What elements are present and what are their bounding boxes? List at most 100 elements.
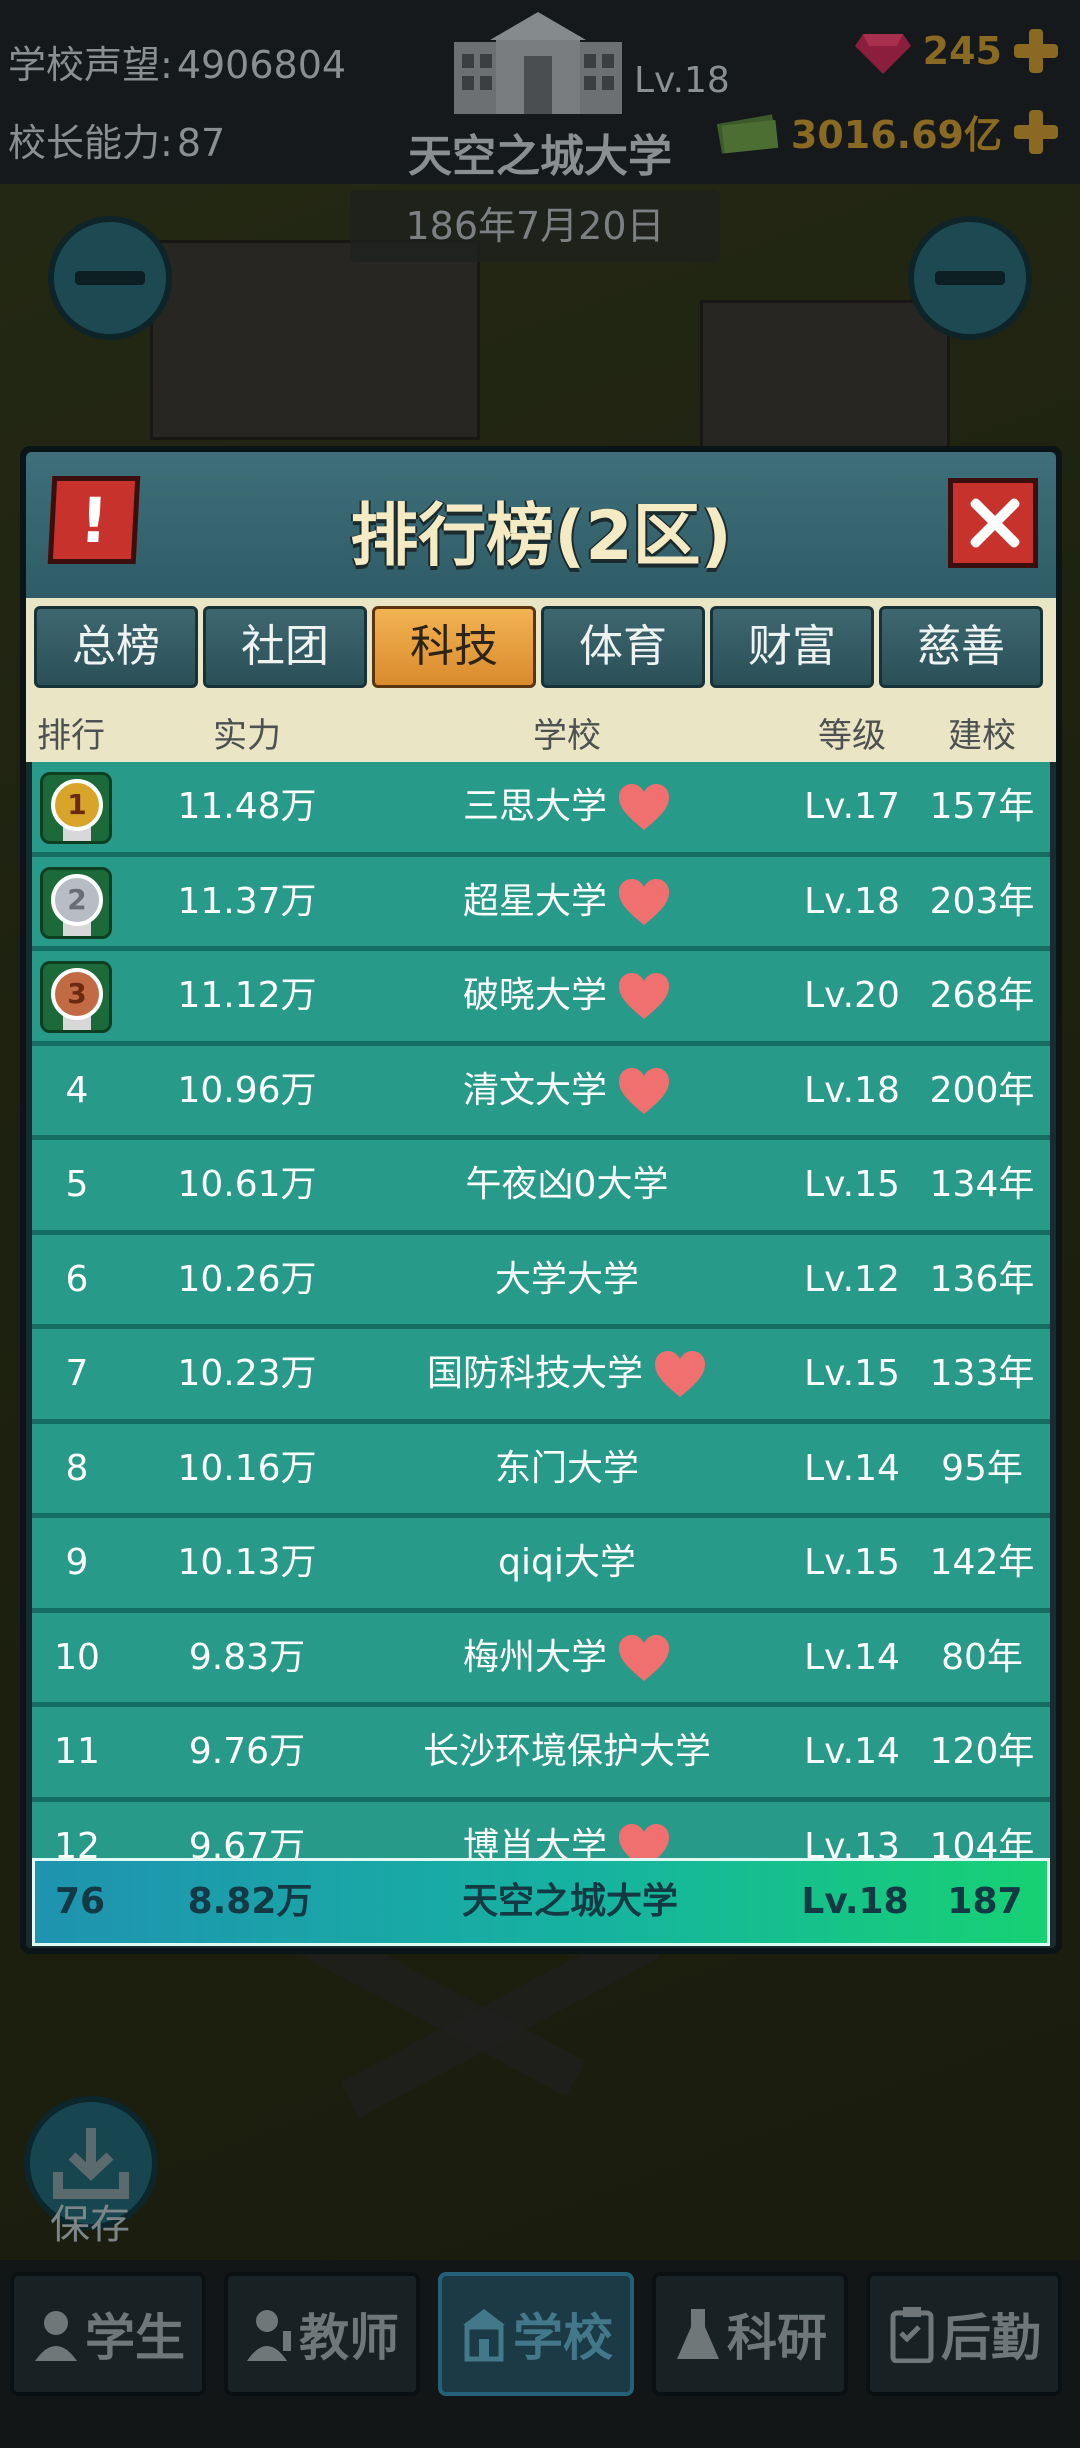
power-cell: 9.83万 (188, 1636, 306, 1678)
school-name-wrap: 国防科技大学 (427, 1329, 707, 1419)
zoom-out-button[interactable] (48, 216, 172, 340)
table-row[interactable]: 11 9.76万 长沙环境保护大学 Lv.14 120年 (32, 1707, 1050, 1802)
school-name-text: 清文大学 (462, 1069, 607, 1111)
table-row[interactable]: 2 11.37万 超星大学 Lv.18 203年 (32, 856, 1050, 951)
table-row[interactable]: 7 10.23万 国防科技大学 Lv.15 133年 (32, 1329, 1050, 1424)
age-cell: 95年 (941, 1447, 1023, 1489)
tab-technology[interactable]: 科技 (372, 606, 536, 688)
modal-title: 排行榜(2区) (350, 497, 732, 576)
school-cell: 国防科技大学 (342, 1329, 792, 1419)
nav-school-label: 学校 (513, 2309, 613, 2367)
school-name-text: 破晓大学 (462, 975, 607, 1016)
rank-cell: 10 (54, 1636, 100, 1678)
power-column-header: 实力 (213, 716, 281, 756)
school-building-icon[interactable] (450, 10, 626, 118)
school-cell: 大学大学 (342, 1235, 792, 1325)
nav-research[interactable]: 科研 (652, 2272, 848, 2396)
school-name-text: 午夜凶0大学 (465, 1164, 669, 1205)
school-cell: 梅州大学 (342, 1613, 792, 1703)
level-cell: Lv.18 (804, 1069, 900, 1111)
table-row[interactable]: 10 9.83万 梅州大学 Lv.14 80年 (32, 1612, 1050, 1707)
category-tabs: 总榜 社团 科技 体育 财富 慈善 (26, 598, 1056, 698)
heart-icon[interactable] (617, 782, 671, 832)
minus-icon (935, 271, 1005, 285)
gold-medal-icon: 1 (40, 772, 112, 844)
school-name-text: 梅州大学 (462, 1636, 607, 1678)
collapse-button[interactable] (908, 216, 1032, 340)
level-cell: Lv.14 (804, 1731, 900, 1772)
silver-medal-icon: 2 (40, 866, 112, 939)
add-money-icon[interactable] (1012, 108, 1060, 156)
table-row[interactable]: 6 10.26万 大学大学 Lv.12 136年 (32, 1234, 1050, 1329)
heart-icon[interactable] (617, 1066, 671, 1116)
bronze-medal-icon: 3 (40, 961, 112, 1033)
rank-cell: 1 (32, 762, 122, 852)
age-cell: 133年 (929, 1353, 1035, 1394)
level-cell: Lv.12 (804, 1258, 900, 1300)
my-school-row[interactable]: 76 8.82万 天空之城大学 Lv.18 187 (32, 1858, 1050, 1946)
power-cell: 10.26万 (177, 1258, 317, 1300)
school-column-header: 学校 (533, 716, 601, 756)
nav-teachers-label: 教师 (299, 2309, 399, 2367)
rank-cell: 8 (65, 1447, 89, 1489)
reputation-label: 学校声望: (8, 43, 173, 87)
school-name-wrap: 长沙环境保护大学 (423, 1707, 711, 1797)
heart-icon[interactable] (653, 1349, 707, 1399)
power-cell: 10.61万 (177, 1164, 317, 1205)
table-row[interactable]: 4 10.96万 清文大学 Lv.18 200年 (32, 1045, 1050, 1140)
school-cell: 三思大学 (342, 762, 792, 852)
level-column-header: 等级 (818, 716, 886, 756)
student-icon (35, 2311, 77, 2361)
add-gems-icon[interactable] (1012, 27, 1060, 75)
tab-sports[interactable]: 体育 (541, 606, 705, 688)
school-cell: qiqi大学 (342, 1518, 792, 1608)
table-row[interactable]: 1 11.48万 三思大学 Lv.17 157年 (32, 762, 1050, 857)
school-name-wrap: 大学大学 (495, 1235, 639, 1325)
school-name-wrap: 破晓大学 (463, 951, 671, 1041)
table-row[interactable]: 9 10.13万 qiqi大学 Lv.15 142年 (32, 1518, 1050, 1613)
rank-cell: 6 (65, 1258, 89, 1300)
school-name-wrap: 梅州大学 (463, 1613, 671, 1703)
leaderboard-modal: ! 排行榜(2区) 总榜 社团 科技 体育 财富 慈善 排行 实力 学校 等级 … (20, 446, 1062, 1954)
school-name-wrap: 三思大学 (463, 762, 671, 852)
save-label: 保存 (50, 2202, 130, 2248)
tab-wealth[interactable]: 财富 (710, 606, 874, 688)
heart-icon[interactable] (617, 971, 671, 1021)
level-cell: Lv.15 (804, 1164, 900, 1205)
level-cell: Lv.14 (804, 1636, 900, 1678)
my-age: 187 (947, 1881, 1023, 1922)
level-cell: Lv.15 (804, 1353, 900, 1394)
school-name-wrap: 清文大学 (463, 1046, 671, 1136)
power-cell: 10.13万 (177, 1542, 317, 1583)
rank-cell: 4 (65, 1069, 89, 1111)
school-name-wrap: 东门大学 (495, 1424, 639, 1514)
power-cell: 10.96万 (177, 1069, 317, 1111)
money-counter: 3016.69亿 (715, 104, 1060, 159)
nav-school[interactable]: 学校 (438, 2272, 634, 2396)
school-name-text: 大学大学 (494, 1258, 639, 1300)
tab-overall[interactable]: 总榜 (34, 606, 198, 688)
power-cell: 9.76万 (188, 1731, 306, 1772)
school-name-text: 长沙环境保护大学 (422, 1731, 711, 1772)
age-cell: 157年 (929, 786, 1035, 827)
heart-icon[interactable] (617, 877, 671, 927)
tab-charity[interactable]: 慈善 (879, 606, 1043, 688)
rank-cell: 9 (65, 1542, 89, 1583)
school-name-text: 国防科技大学 (426, 1353, 643, 1394)
ranking-list[interactable]: 1 11.48万 三思大学 Lv.17 157年 2 11.37万 超星大学 Lv.18 203年… (32, 762, 1050, 1896)
nav-students-label: 学生 (85, 2309, 185, 2367)
nav-students[interactable]: 学生 (10, 2272, 206, 2396)
tab-clubs[interactable]: 社团 (203, 606, 367, 688)
level-cell: Lv.14 (804, 1447, 900, 1489)
nav-logistics[interactable]: 后勤 (866, 2272, 1062, 2396)
nav-research-label: 科研 (727, 2309, 827, 2367)
close-icon[interactable] (948, 478, 1038, 568)
table-row[interactable]: 3 11.12万 破晓大学 Lv.20 268年 (32, 951, 1050, 1046)
table-row[interactable]: 5 10.61万 午夜凶0大学 Lv.15 134年 (32, 1140, 1050, 1235)
gems-counter: 245 (853, 26, 1060, 76)
nav-teachers[interactable]: 教师 (224, 2272, 420, 2396)
minus-icon (75, 271, 145, 285)
table-row[interactable]: 8 10.16万 东门大学 Lv.14 95年 (32, 1423, 1050, 1518)
heart-icon[interactable] (617, 1633, 671, 1683)
school-cell: 破晓大学 (342, 951, 792, 1041)
